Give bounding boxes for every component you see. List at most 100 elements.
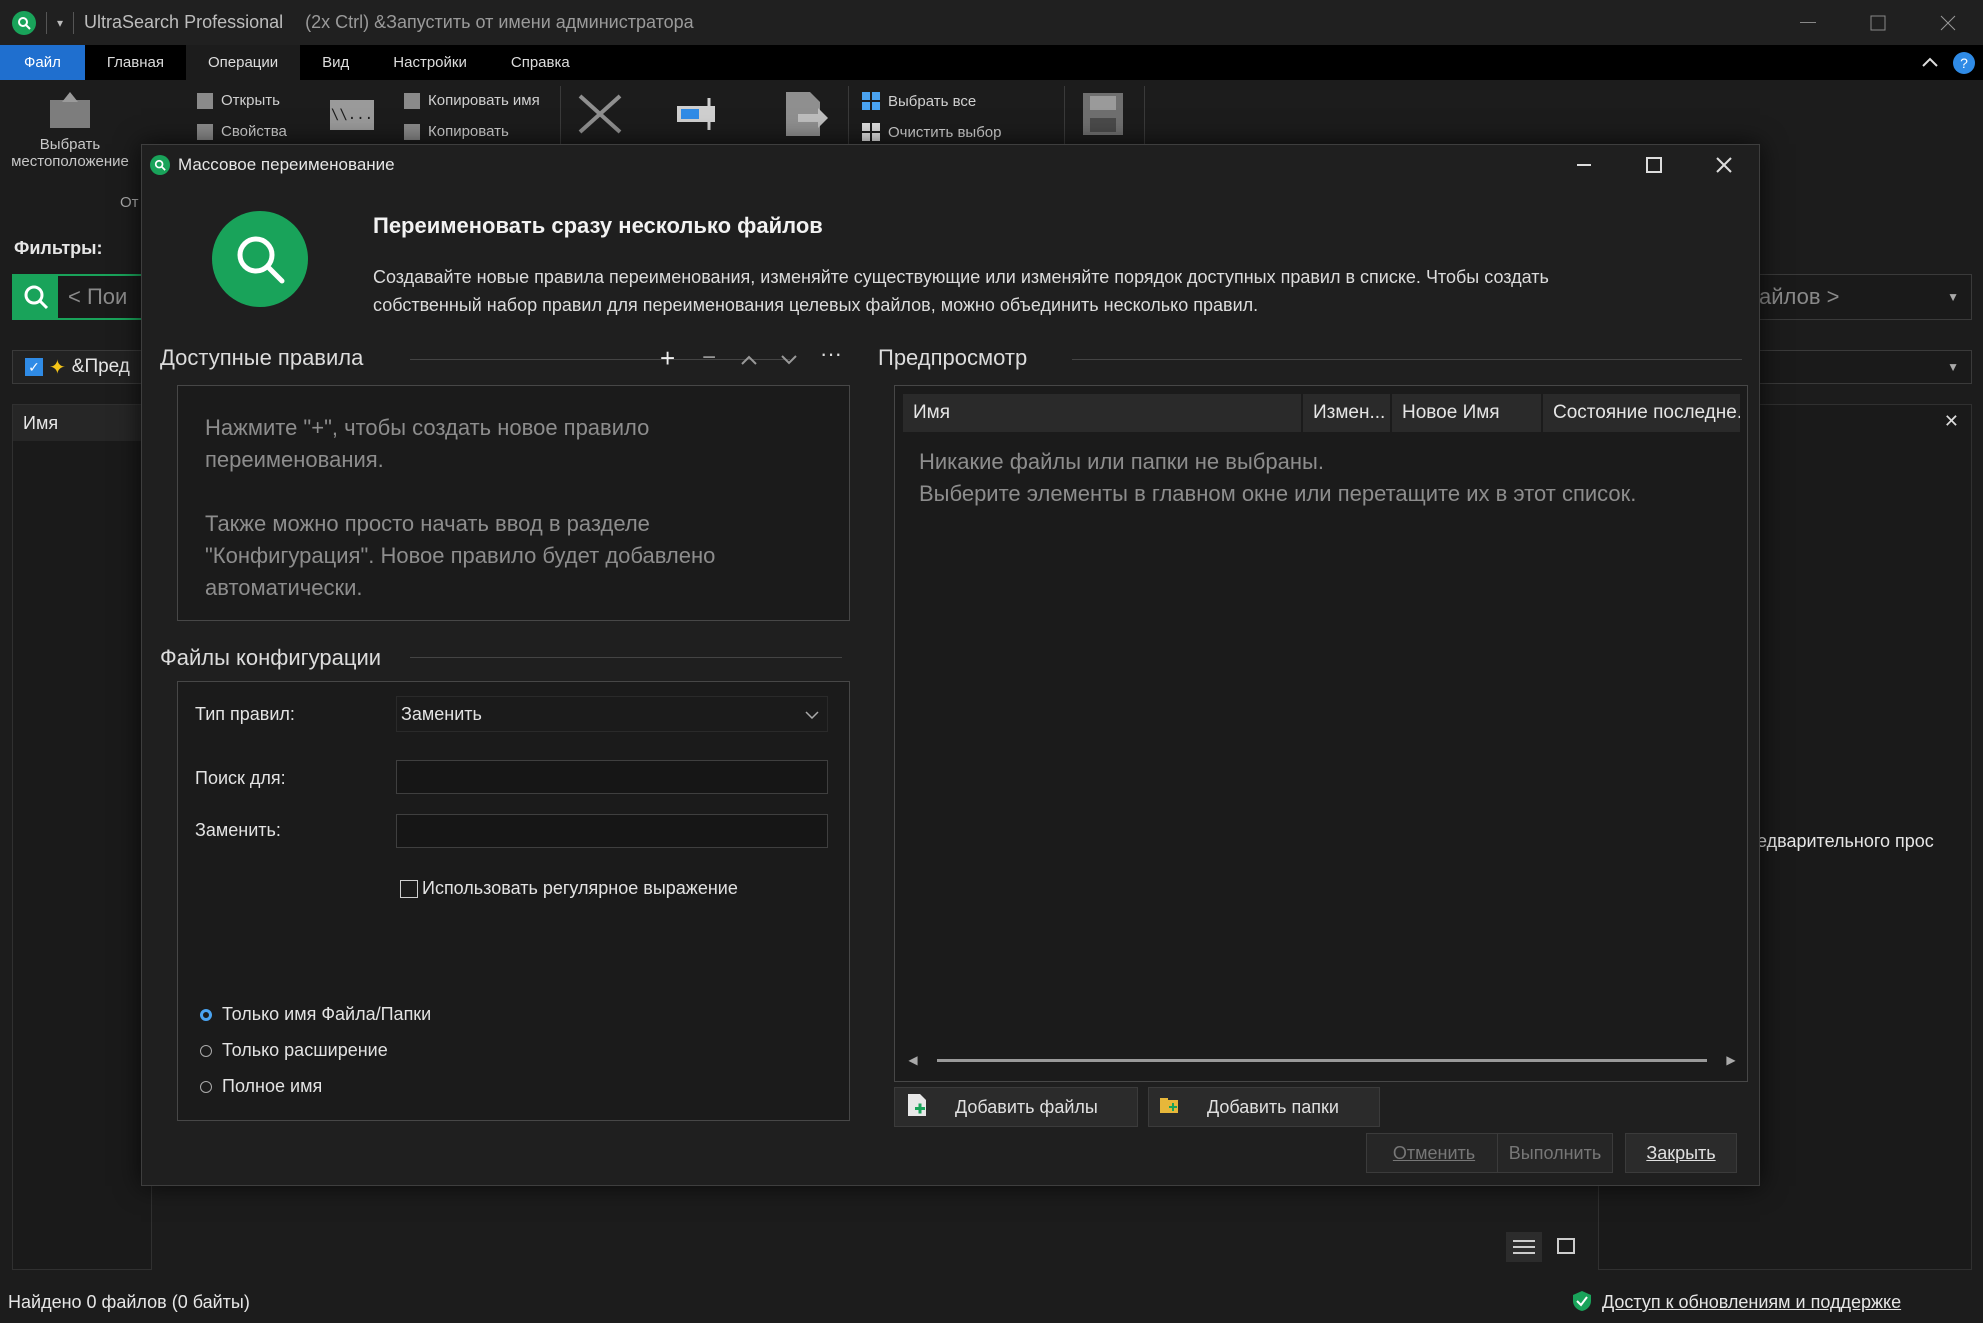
column-header-name[interactable]: Имя bbox=[13, 405, 151, 441]
radio-button[interactable] bbox=[200, 1008, 212, 1021]
remove-rule-icon[interactable]: − bbox=[702, 345, 716, 371]
dialog-maximize-button[interactable] bbox=[1619, 143, 1689, 188]
help-icon[interactable]: ? bbox=[1953, 51, 1975, 74]
minimize-button[interactable] bbox=[1773, 0, 1843, 45]
copy-name-label: Копировать имя bbox=[428, 92, 540, 109]
add-files-label: Добавить файлы bbox=[955, 1096, 1098, 1117]
preview-empty-2: Выберите элементы в главном окне или пер… bbox=[919, 481, 1637, 506]
save-icon[interactable] bbox=[1082, 92, 1124, 141]
regex-label: Использовать регулярное выражение bbox=[422, 878, 738, 898]
preview-pane-text: едварительного прос bbox=[1757, 831, 1934, 851]
scope-radio-0[interactable]: Только имя Файла/Папки bbox=[200, 1004, 431, 1025]
copy-name-icon bbox=[404, 92, 420, 109]
column-header-name[interactable]: Имя bbox=[903, 394, 1302, 432]
horizontal-scrollbar[interactable]: ◀ ▶ bbox=[903, 1050, 1741, 1070]
rules-hint-5: автоматически. bbox=[205, 575, 363, 600]
menu-operations[interactable]: Операции bbox=[185, 45, 301, 80]
dialog-title-bar: Массовое переименование bbox=[142, 145, 1759, 185]
radio-button[interactable] bbox=[200, 1080, 212, 1093]
rules-hint-3: Также можно просто начать ввод в разделе bbox=[205, 511, 650, 536]
add-rule-icon[interactable]: + bbox=[660, 345, 675, 371]
column-name-label: Имя bbox=[23, 412, 59, 433]
menu-view[interactable]: Вид bbox=[300, 45, 371, 80]
scope-radio-1[interactable]: Только расширение bbox=[200, 1040, 388, 1061]
list-view-icon[interactable] bbox=[1506, 1232, 1542, 1262]
maximize-button[interactable] bbox=[1843, 0, 1913, 45]
close-button[interactable]: Закрыть bbox=[1625, 1133, 1737, 1173]
more-options-icon[interactable]: ··· bbox=[820, 341, 842, 367]
column-header-new-name[interactable]: Новое Имя bbox=[1392, 394, 1542, 432]
collapse-ribbon-icon[interactable] bbox=[1921, 53, 1939, 73]
column-header-modified[interactable]: Измен... bbox=[1303, 394, 1391, 432]
search-for-input[interactable] bbox=[396, 760, 828, 794]
updates-support-link[interactable]: Доступ к обновлениям и поддержке bbox=[1602, 1292, 1901, 1313]
open-button[interactable]: Открыть bbox=[197, 92, 280, 109]
preview-table[interactable]: Имя Измен... Новое Имя Состояние последн… bbox=[894, 385, 1748, 1082]
select-location-button[interactable]: Выбрать местоположение bbox=[10, 88, 130, 188]
ribbon-divider bbox=[848, 86, 849, 148]
path-icon[interactable]: \\... bbox=[330, 100, 374, 130]
add-folders-button[interactable]: Добавить папки bbox=[1148, 1087, 1380, 1127]
copy-name-button[interactable]: Копировать имя bbox=[404, 92, 540, 109]
copy-label: Копировать bbox=[428, 123, 509, 140]
rule-type-select[interactable]: Заменить bbox=[396, 696, 828, 732]
move-down-icon[interactable] bbox=[780, 351, 798, 371]
dialog-close-button[interactable] bbox=[1689, 143, 1759, 188]
cancel-button[interactable]: Отменить bbox=[1366, 1133, 1502, 1173]
clear-selection-button[interactable]: Очистить выбор bbox=[862, 123, 1002, 141]
scroll-right-icon[interactable]: ▶ bbox=[1721, 1053, 1741, 1067]
preset-row[interactable]: ✓ ✦ &Пред bbox=[12, 350, 152, 384]
scroll-left-icon[interactable]: ◀ bbox=[903, 1053, 923, 1067]
properties-button[interactable]: Свойства bbox=[197, 123, 287, 140]
select-location-label-1: Выбрать bbox=[39, 136, 101, 153]
rename-icon[interactable] bbox=[675, 96, 721, 137]
regex-checkbox-row[interactable]: Использовать регулярное выражение bbox=[400, 878, 738, 899]
config-panel: Тип правил: Заменить Поиск для: Заменить… bbox=[177, 681, 850, 1121]
sparkle-icon: ✦ bbox=[49, 356, 66, 379]
move-up-icon[interactable] bbox=[740, 351, 758, 371]
ribbon-group-label: От bbox=[120, 194, 139, 211]
rules-hint-1: Нажмите "+", чтобы создать новое правило bbox=[205, 415, 650, 440]
dialog-minimize-button[interactable] bbox=[1549, 143, 1619, 188]
menu-file[interactable]: Файл bbox=[0, 45, 85, 80]
section-divider bbox=[1072, 359, 1742, 360]
scroll-thumb[interactable] bbox=[937, 1058, 1707, 1062]
section-divider bbox=[410, 359, 790, 360]
menu-settings[interactable]: Настройки bbox=[371, 45, 489, 80]
right-dropdown-2[interactable]: ▼ bbox=[1740, 350, 1972, 384]
bulk-rename-dialog: Массовое переименование Переименовать ср… bbox=[141, 144, 1760, 1186]
delete-icon[interactable] bbox=[576, 92, 624, 141]
cancel-label: Отменить bbox=[1392, 1142, 1476, 1163]
replace-input[interactable] bbox=[396, 814, 828, 848]
results-list[interactable]: Имя bbox=[12, 404, 152, 1270]
app-icon[interactable] bbox=[12, 10, 36, 35]
preset-checkbox[interactable]: ✓ bbox=[25, 358, 43, 376]
search-placeholder: < Пои bbox=[68, 284, 128, 309]
close-preview-icon[interactable]: ✕ bbox=[1944, 411, 1959, 432]
status-bar: Найдено 0 файлов (0 байты) Доступ к обно… bbox=[0, 1282, 1983, 1323]
select-all-button[interactable]: Выбрать все bbox=[862, 92, 976, 110]
copy-icon bbox=[404, 123, 420, 140]
menu-help[interactable]: Справка bbox=[489, 45, 592, 80]
add-files-button[interactable]: Добавить файлы bbox=[894, 1087, 1138, 1127]
dialog-logo-icon bbox=[212, 211, 308, 307]
radio-button[interactable] bbox=[200, 1044, 212, 1057]
close-window-button[interactable] bbox=[1913, 0, 1983, 45]
execute-button[interactable]: Выполнить bbox=[1497, 1133, 1613, 1173]
search-icon[interactable] bbox=[14, 275, 58, 319]
properties-icon bbox=[197, 123, 213, 140]
menu-home[interactable]: Главная bbox=[85, 45, 186, 80]
config-files-title: Файлы конфигурации bbox=[160, 645, 382, 670]
available-rules-list[interactable]: Нажмите "+", чтобы создать новое правило… bbox=[177, 385, 850, 621]
right-dropdown[interactable]: айлов > ▼ bbox=[1740, 274, 1972, 320]
select-all-label: Выбрать все bbox=[888, 92, 977, 110]
copy-button[interactable]: Копировать bbox=[404, 123, 509, 140]
column-header-last-state[interactable]: Состояние последне. bbox=[1543, 394, 1741, 432]
search-box[interactable]: < Пои bbox=[12, 274, 152, 320]
preview-view-icon[interactable] bbox=[1548, 1232, 1584, 1262]
regex-checkbox[interactable] bbox=[400, 879, 418, 898]
search-for-label: Поиск для: bbox=[195, 768, 286, 788]
quick-access-dropdown-icon[interactable]: ▾ bbox=[57, 16, 63, 30]
scope-radio-2[interactable]: Полное имя bbox=[200, 1076, 322, 1097]
move-file-icon[interactable] bbox=[782, 90, 828, 143]
